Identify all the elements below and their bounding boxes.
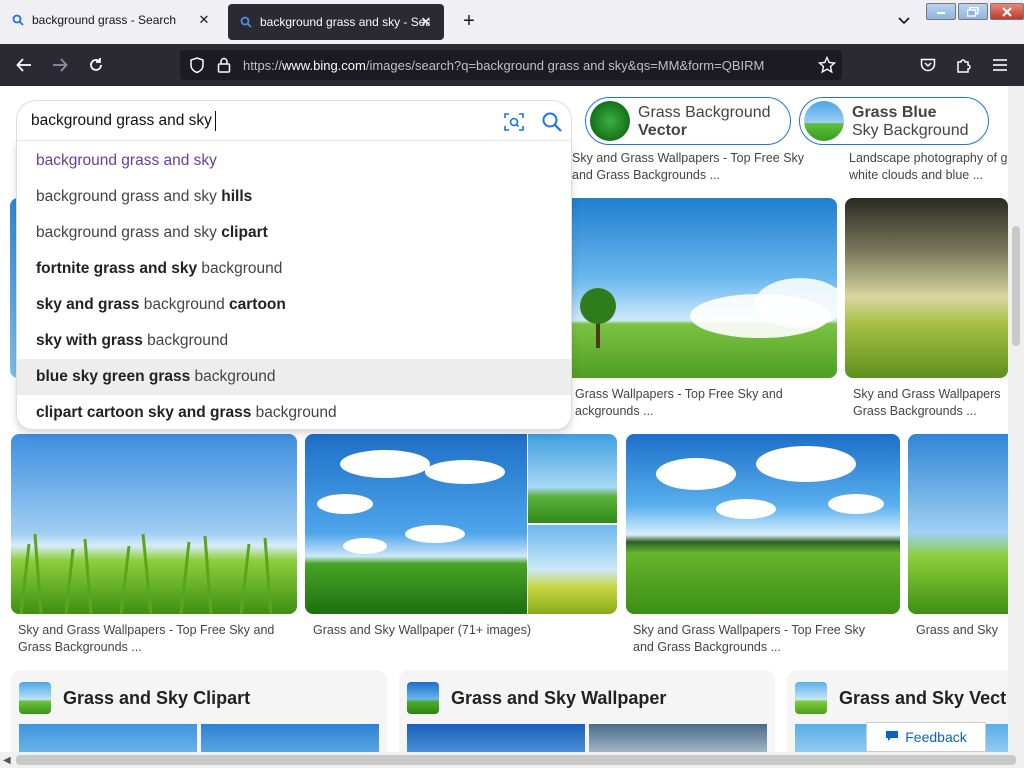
chip-thumbnail: [804, 101, 844, 141]
suggestion-item-highlighted[interactable]: blue sky green grass background: [17, 359, 571, 395]
category-preview-image: [407, 724, 585, 752]
autosuggest-dropdown: background grass and sky background gras…: [16, 140, 572, 430]
image-result[interactable]: [11, 434, 297, 614]
tab-title: background grass - Search: [32, 13, 177, 27]
category-thumbnail: [407, 682, 439, 714]
extensions-icon[interactable]: [952, 53, 976, 77]
category-title: Grass and Sky Wallpaper: [451, 688, 667, 708]
scrollbar-thumb[interactable]: [1012, 226, 1020, 346]
new-tab-button[interactable]: +: [458, 10, 480, 32]
image-result[interactable]: [528, 434, 617, 523]
category-title: Grass and Sky Vect: [839, 688, 1007, 708]
suggestion-item[interactable]: sky and grass background cartoon: [17, 287, 571, 323]
image-caption[interactable]: Grass Wallpapers - Top Free Sky and ackgr…: [575, 386, 835, 420]
category-thumbnail: [19, 682, 51, 714]
image-result[interactable]: [528, 525, 617, 614]
clouds-illustration: [317, 450, 505, 554]
tab-background-grass[interactable]: background grass - Search ✕: [0, 0, 222, 40]
image-result[interactable]: [845, 198, 1008, 378]
bing-search-icon: [10, 12, 26, 28]
category-card-clipart[interactable]: Grass and Sky Clipart: [11, 670, 387, 752]
chip-label: Grass Blue: [852, 104, 937, 121]
chip-label: Sky Background: [852, 122, 969, 139]
grass-blades: [19, 533, 273, 614]
bing-search-icon: [238, 14, 254, 30]
related-chip-grass-background-vector[interactable]: Grass Background Vector: [585, 97, 791, 145]
menu-icon[interactable]: [988, 53, 1012, 77]
bookmark-star-icon[interactable]: [817, 55, 837, 79]
image-result[interactable]: [908, 434, 1008, 614]
image-caption[interactable]: Grass and Sky Wallpaper (71+ images): [313, 622, 613, 639]
back-arrow-icon[interactable]: [12, 53, 36, 77]
forward-arrow-icon[interactable]: [48, 53, 72, 77]
chip-thumbnail: [590, 101, 630, 141]
suggestion-item[interactable]: sky with grass background: [17, 323, 571, 359]
clouds-illustration: [656, 446, 884, 519]
suggestion-item[interactable]: background grass and sky: [17, 143, 571, 179]
feedback-label: Feedback: [905, 729, 967, 745]
feedback-icon: [885, 729, 899, 745]
chip-label: Vector: [638, 122, 687, 139]
horizontal-scrollbar[interactable]: ◀: [0, 752, 1024, 768]
vertical-scrollbar[interactable]: [1008, 86, 1024, 752]
restore-button[interactable]: [958, 3, 988, 20]
category-preview-image: [201, 724, 379, 752]
image-caption[interactable]: Sky and Grass Wallpapers - Top Free Sky a…: [572, 150, 842, 184]
search-icon[interactable]: [541, 111, 563, 138]
visual-search-icon[interactable]: [503, 111, 525, 138]
category-preview-image: [589, 724, 767, 752]
reload-icon[interactable]: [84, 53, 108, 77]
close-window-button[interactable]: [990, 3, 1024, 20]
list-all-tabs-icon[interactable]: [895, 12, 913, 30]
pocket-icon[interactable]: [916, 53, 940, 77]
category-card-wallpaper[interactable]: Grass and Sky Wallpaper: [399, 670, 775, 752]
url-text: https://www.bing.com/images/search?q=bac…: [243, 58, 765, 73]
category-thumbnail: [795, 682, 827, 714]
feedback-button[interactable]: Feedback: [866, 722, 986, 752]
image-caption[interactable]: Grass and Sky: [916, 622, 1008, 639]
close-tab-icon[interactable]: ✕: [196, 12, 212, 28]
suggestion-item[interactable]: fortnite grass and sky background: [17, 251, 571, 287]
text-caret: [215, 111, 216, 131]
shield-icon[interactable]: [188, 56, 206, 79]
category-title: Grass and Sky Clipart: [63, 688, 251, 708]
suggestion-item[interactable]: clipart cartoon sky and grass background: [17, 395, 571, 431]
image-caption[interactable]: Sky and Grass Wallpapers - Top Free Sky a…: [633, 622, 903, 656]
suggestion-item[interactable]: background grass and sky clipart: [17, 215, 571, 251]
related-chip-grass-blue-sky-background[interactable]: Grass Blue Sky Background: [799, 97, 989, 145]
image-caption[interactable]: Landscape photography of g white clouds a…: [849, 150, 1008, 184]
lock-icon[interactable]: [216, 56, 232, 79]
page-content: Grass Background Vector Grass Blue Sky B…: [0, 86, 1008, 752]
tab-title: background grass and sky - Sear: [260, 15, 430, 29]
close-tab-icon[interactable]: ✕: [418, 14, 434, 30]
tree-illustration: [580, 278, 837, 348]
search-box[interactable]: background grass and sky: [16, 100, 572, 140]
image-caption[interactable]: Sky and Grass Wallpapers Grass Background…: [853, 386, 1008, 420]
image-caption[interactable]: Sky and Grass Wallpapers - Top Free Sky …: [18, 622, 298, 656]
image-result[interactable]: [305, 434, 527, 614]
scroll-left-icon[interactable]: ◀: [3, 755, 11, 766]
minimize-button[interactable]: [926, 3, 956, 20]
scrollbar-thumb[interactable]: [16, 755, 1016, 765]
address-bar[interactable]: https://www.bing.com/images/search?q=bac…: [180, 50, 842, 80]
navigation-toolbar: https://www.bing.com/images/search?q=bac…: [0, 44, 1024, 86]
chip-label: Grass Background: [638, 104, 771, 121]
tab-background-grass-and-sky[interactable]: background grass and sky - Sear ✕: [228, 4, 444, 40]
image-result[interactable]: [560, 198, 837, 378]
search-input[interactable]: background grass and sky: [31, 112, 212, 130]
category-preview-image: [19, 724, 197, 752]
image-result[interactable]: [626, 434, 900, 614]
tab-strip: background grass - Search ✕ background g…: [0, 0, 1024, 44]
suggestion-item[interactable]: background grass and sky hills: [17, 179, 571, 215]
